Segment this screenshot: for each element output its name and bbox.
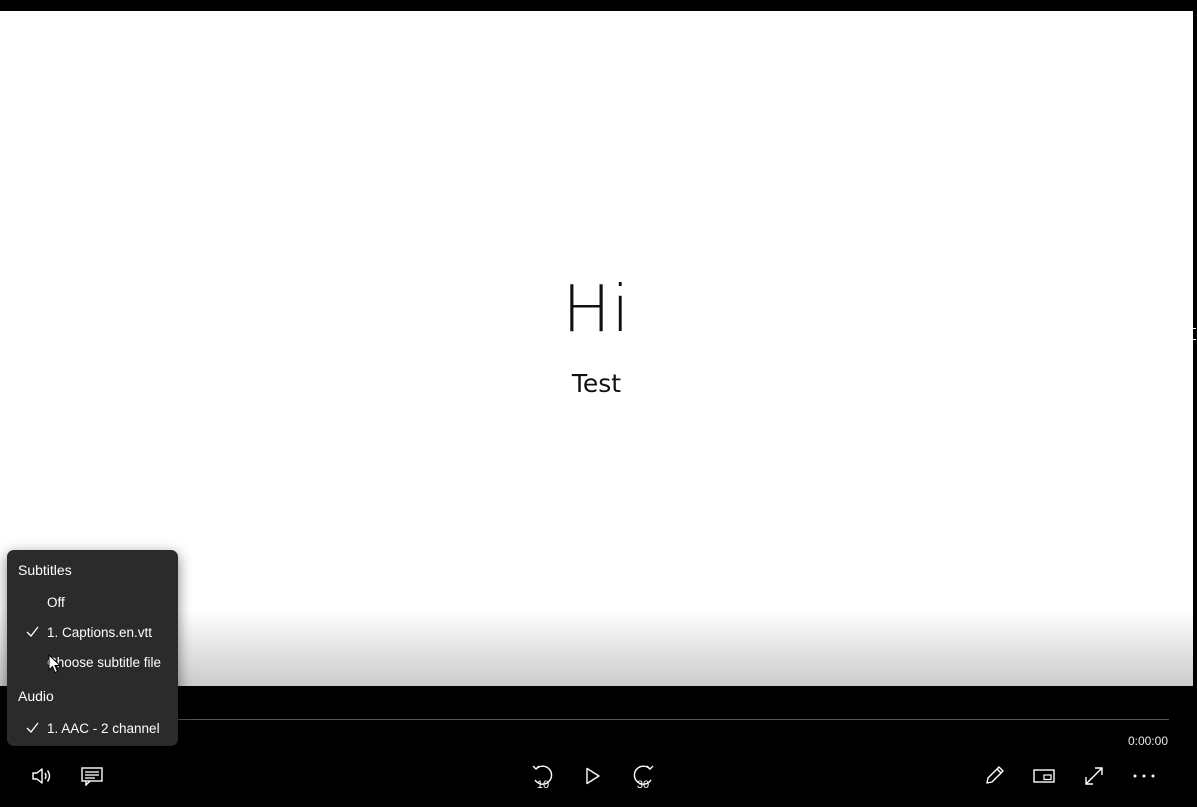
subtitles-audio-menu: Subtitles Off 1. Captions.en.vtt Choose … [7,550,178,746]
pencil-icon [986,766,1004,784]
fullscreen-button[interactable] [1076,758,1112,794]
video-frame[interactable]: Hi Test [0,11,1193,686]
checkmark-icon [26,626,39,637]
more-options-button[interactable] [1126,758,1162,794]
menu-item-label: Choose subtitle file [47,655,162,670]
video-subtitle-text: Test [571,369,622,398]
more-options-icon [1133,774,1155,778]
video-bottom-gradient [0,611,1193,686]
skip-forward-button[interactable]: 30 [625,758,661,794]
fullscreen-icon [1085,767,1103,785]
skip-back-label: 10 [536,779,550,791]
menu-item-label: 1. AAC - 2 channel [47,721,160,736]
play-button[interactable] [575,758,611,794]
volume-icon [32,768,51,784]
volume-button[interactable] [24,758,60,794]
seek-bar[interactable] [22,719,1169,720]
control-bar: 0:00:00 10 30 [0,686,1197,807]
edit-button[interactable] [976,758,1012,794]
skip-forward-label: 30 [636,779,650,791]
video-title-text: Hi [562,273,631,347]
subtitle-option-captions[interactable]: 1. Captions.en.vtt [7,619,178,647]
audio-header: Audio [18,688,54,704]
subtitles-button[interactable] [74,758,110,794]
time-display: 0:00:00 [1127,734,1168,748]
subtitles-header: Subtitles [18,562,72,578]
checkmark-icon [26,722,39,733]
mini-view-button[interactable] [1026,758,1062,794]
subtitle-option-off[interactable]: Off [7,589,178,617]
mouse-cursor-icon [48,654,61,674]
subtitles-icon [81,767,103,786]
subtitle-option-choose-file[interactable]: Choose subtitle file [7,649,178,677]
mini-view-icon [1033,769,1055,783]
menu-item-label: 1. Captions.en.vtt [47,625,153,640]
audio-option-aac[interactable]: 1. AAC - 2 channel [7,715,178,743]
play-icon [586,767,600,785]
window-top-strip [0,0,1197,11]
skip-back-button[interactable]: 10 [525,758,561,794]
menu-item-label: Off [47,595,65,610]
window-resize-mark [1192,328,1196,340]
